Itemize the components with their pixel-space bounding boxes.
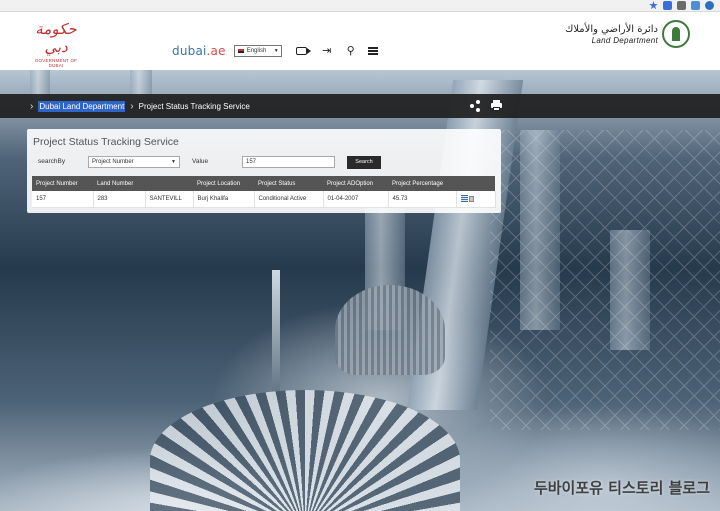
project-number-cell: 157 <box>32 191 94 208</box>
land-number-cell: 283 <box>93 191 146 208</box>
chevron-down-icon: ▼ <box>171 159 176 165</box>
details-cell <box>456 191 496 208</box>
government-of-dubai-logo[interactable]: حكومة دبي GOVERNMENT OF DUBAI <box>30 20 82 68</box>
extension-icon[interactable] <box>663 1 672 10</box>
project-adoption-cell: 01-04-2007 <box>323 191 389 208</box>
search-by-select[interactable]: Project Number ▼ <box>88 156 180 168</box>
blog-watermark: 두바이포유 티스토리 블로그 <box>533 479 710 497</box>
star-icon[interactable] <box>649 1 658 10</box>
breadcrumb: › Dubai Land Department › Project Status… <box>0 94 720 118</box>
video-icon[interactable] <box>295 45 311 57</box>
chevron-right-icon: › <box>30 100 34 112</box>
search-by-label: searchBy <box>38 158 66 165</box>
results-table: Project Number Land Number Project Locat… <box>32 176 496 208</box>
column-header <box>145 176 193 191</box>
table-header-row: Project Number Land Number Project Locat… <box>32 176 495 191</box>
search-icon[interactable]: ⚲ <box>344 45 358 57</box>
project-location-cell: Burj Khalifa <box>193 191 255 208</box>
browser-toolbar <box>0 0 720 12</box>
extension-icon[interactable] <box>677 1 686 10</box>
project-status-panel: Project Status Tracking Service searchBy… <box>27 129 501 213</box>
panel-title: Project Status Tracking Service <box>33 136 179 148</box>
tower-dome <box>335 285 445 375</box>
column-header: Project Percentage <box>388 176 456 191</box>
share-icon[interactable] <box>470 100 480 112</box>
search-button[interactable]: Search <box>347 156 381 169</box>
chevron-down-icon: ▼ <box>273 48 279 54</box>
chevron-right-icon: › <box>130 100 134 112</box>
breadcrumb-home-link[interactable]: Dubai Land Department <box>38 100 126 112</box>
details-icon[interactable] <box>460 195 474 203</box>
language-select[interactable]: English ▼ <box>233 45 282 57</box>
dubai-land-department-logo[interactable]: دائرة الأراضي والأملاك Land Department <box>565 20 690 48</box>
column-header: Project ADOption <box>323 176 388 191</box>
column-header: Project Status <box>254 176 323 191</box>
table-row: 157 283 SANTEVILL Burj Khalifa Condition… <box>32 191 496 208</box>
print-icon[interactable] <box>491 100 502 111</box>
uk-flag-icon <box>237 49 244 53</box>
site-header: حكومة دبي GOVERNMENT OF DUBAI dubai.ae E… <box>0 12 720 70</box>
column-header: Project Location <box>193 176 254 191</box>
project-percentage-cell: 45.73 <box>388 191 457 208</box>
login-icon[interactable]: ⇥ <box>320 45 334 57</box>
extension-icon[interactable] <box>691 1 700 10</box>
value-label: Value <box>192 158 209 165</box>
column-header: Land Number <box>93 176 145 191</box>
project-status-cell: Conditional Active <box>254 191 324 208</box>
community-cell: SANTEVILL <box>145 191 194 208</box>
column-header: Project Number <box>32 176 93 191</box>
header-toolbar: dubai.ae English ▼ ⇥ ⚲ <box>172 43 392 59</box>
value-input[interactable]: 157 <box>242 156 335 168</box>
dubai-ae-logo[interactable]: dubai.ae <box>172 44 226 58</box>
column-header <box>456 176 495 191</box>
palm-emblem-icon <box>662 20 690 48</box>
breadcrumb-current: Project Status Tracking Service <box>138 101 250 111</box>
extension-icon[interactable] <box>705 1 714 10</box>
menu-icon[interactable] <box>367 45 382 57</box>
